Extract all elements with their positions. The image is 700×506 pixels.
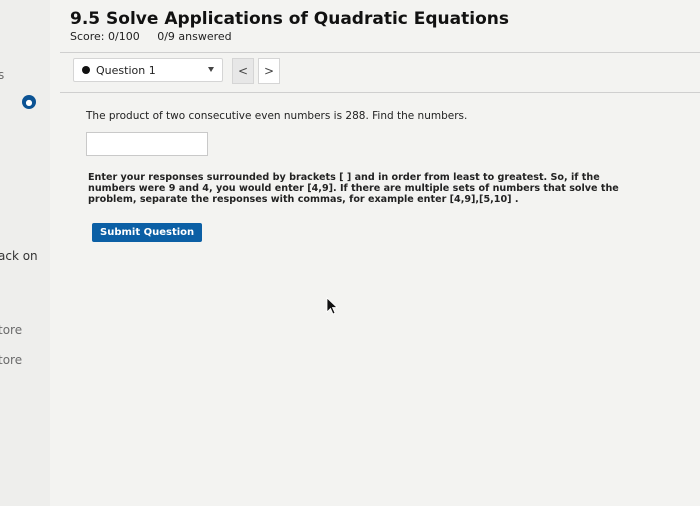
- header-divider: [60, 52, 700, 53]
- question-dropdown-label: Question 1: [96, 63, 156, 77]
- back-on-track-link[interactable]: ack on: [0, 249, 38, 263]
- step-indicator-icon[interactable]: ●: [22, 95, 36, 109]
- answered-count: 0/9 answered: [157, 30, 232, 43]
- sidebar-partial-label: s: [0, 68, 5, 82]
- page-title: 9.5 Solve Applications of Quadratic Equa…: [70, 9, 509, 29]
- question-dropdown[interactable]: Question 1: [73, 58, 223, 82]
- next-question-button[interactable]: >: [258, 58, 280, 84]
- store-link-1[interactable]: tore: [0, 323, 22, 337]
- score-text: Score: 0/100: [70, 30, 140, 43]
- submit-question-button[interactable]: Submit Question: [92, 223, 203, 242]
- nav-divider: [60, 92, 700, 93]
- previous-question-button[interactable]: <: [232, 58, 254, 84]
- question-text: The product of two consecutive even numb…: [86, 110, 468, 122]
- status-dot-icon: [82, 66, 90, 74]
- chevron-down-icon: [208, 67, 214, 72]
- score-line: Score: 0/100 0/9 answered: [70, 30, 232, 43]
- store-link-2[interactable]: tore: [0, 353, 22, 367]
- left-sidebar-strip: s ● ack on tore tore: [0, 0, 50, 506]
- mouse-cursor-icon: [326, 297, 338, 315]
- answer-input[interactable]: [86, 132, 208, 156]
- answer-instructions: Enter your responses surrounded by brack…: [88, 172, 619, 205]
